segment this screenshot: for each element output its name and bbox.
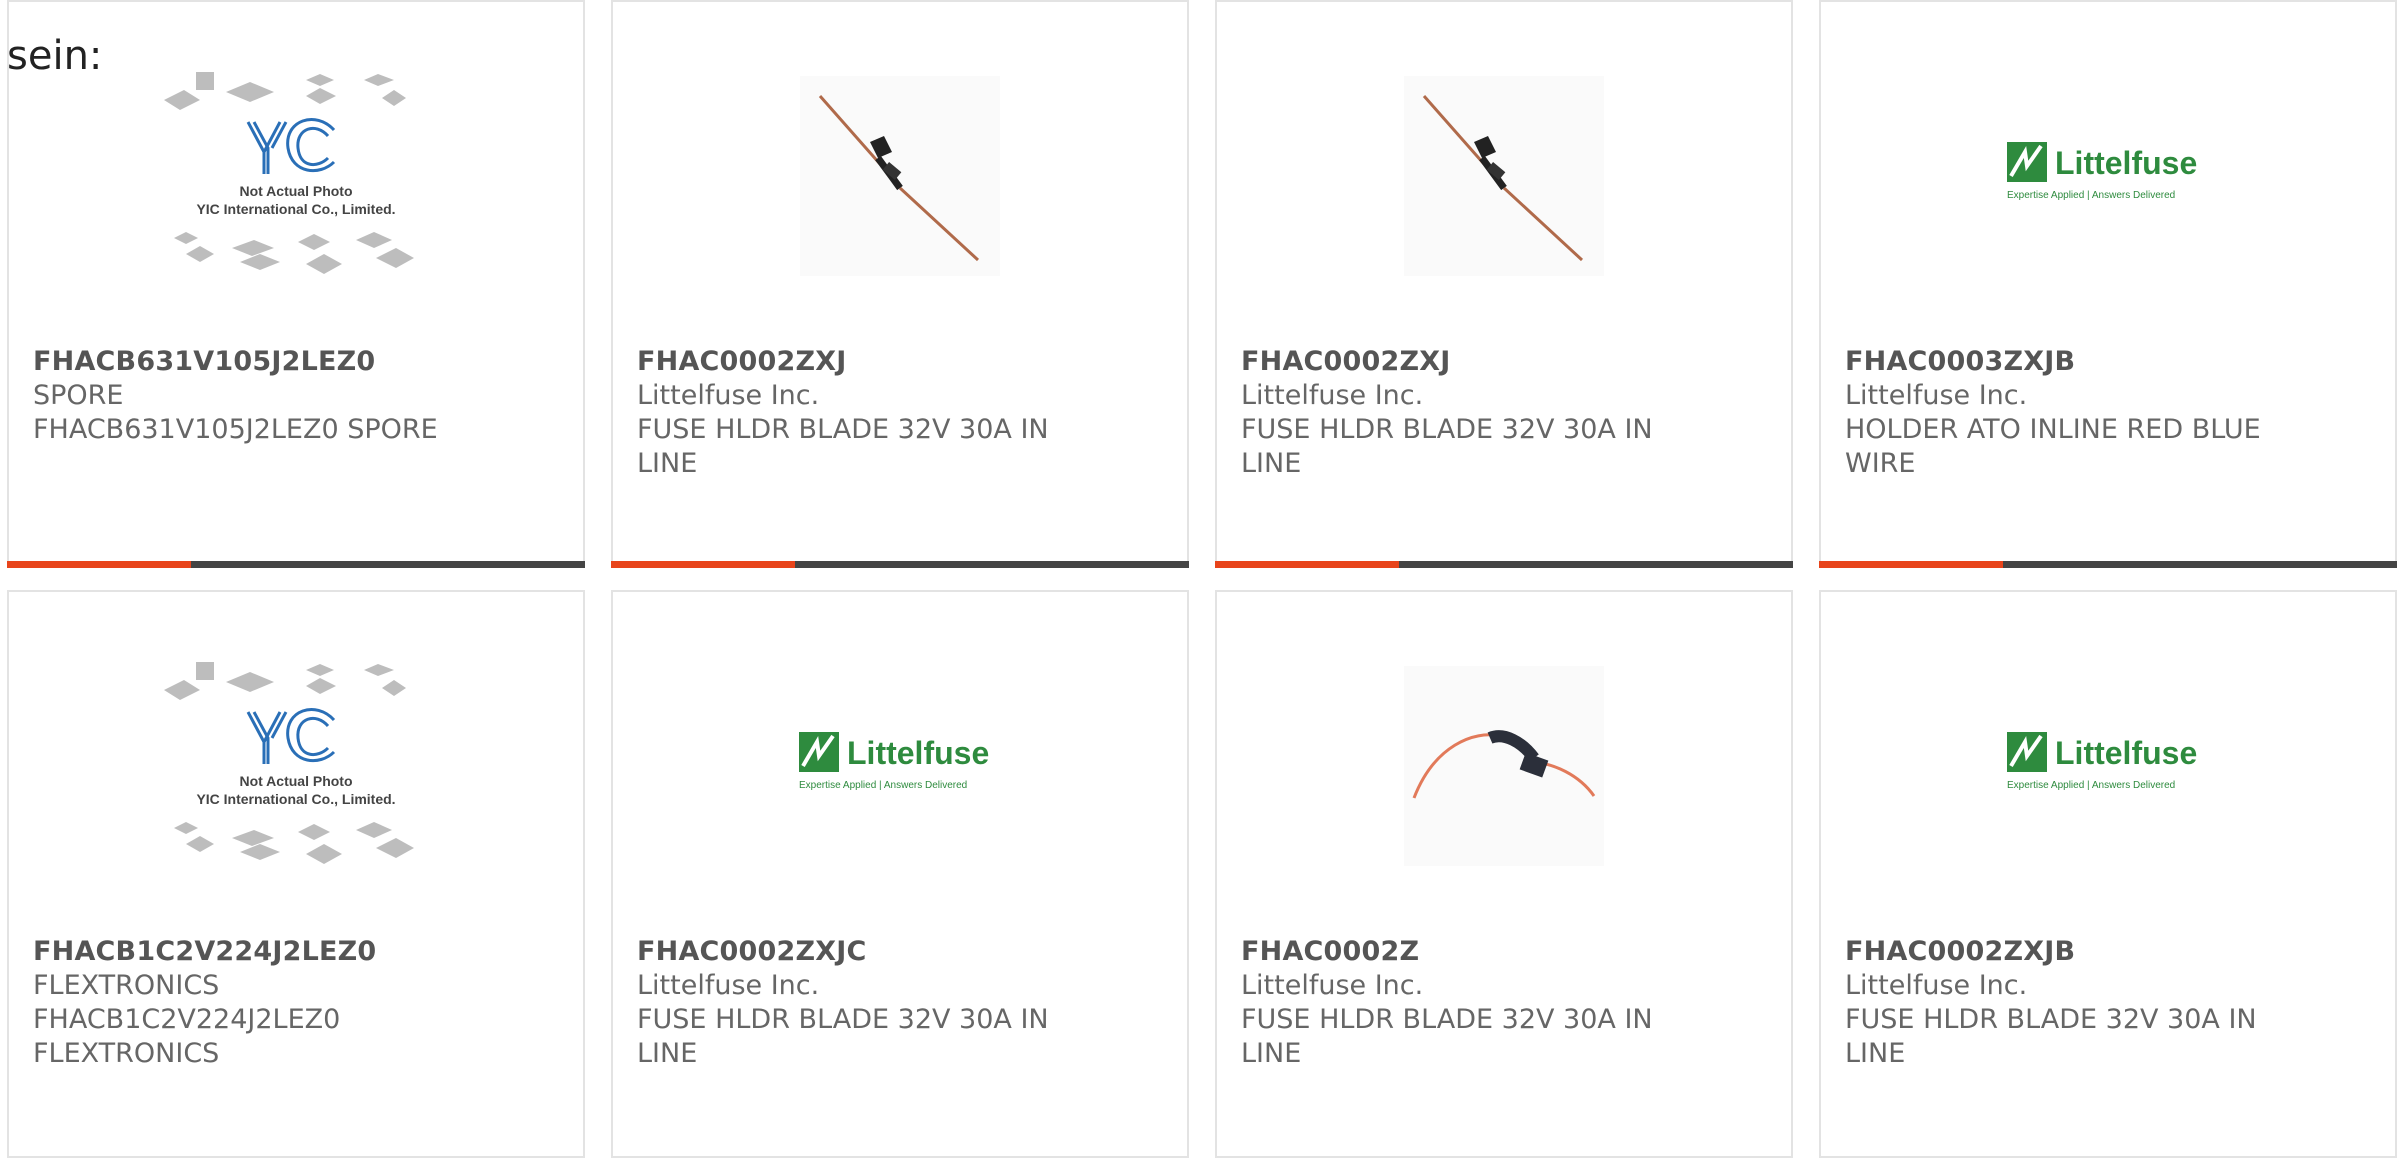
product-card[interactable]: Littelfuse Expertise Applied | Answers D… (1819, 0, 2397, 568)
description: FUSE HLDR BLADE 32V 30A IN LINE (1241, 414, 1653, 479)
intro-text: sein: (7, 33, 103, 79)
placeholder-line2: YIC International Co., Limited. (196, 791, 395, 807)
yic-placeholder-image: Not Actual Photo YIC International Co., … (164, 662, 414, 864)
description: HOLDER ATO INLINE RED BLUE WIRE (1845, 414, 2261, 479)
product-grid: Not Actual Photo YIC International Co., … (7, 0, 2400, 1158)
manufacturer: Littelfuse Inc. (1845, 970, 2028, 1001)
part-number[interactable]: FHACB1C2V224J2LEZ0 (33, 936, 376, 967)
logo-tagline: Expertise Applied | Answers Delivered (2007, 780, 2175, 791)
product-image[interactable] (613, 70, 1187, 340)
fuse-holder-photo (1404, 76, 1604, 276)
product-image[interactable]: Littelfuse Expertise Applied | Answers D… (1821, 70, 2395, 340)
product-image[interactable]: Littelfuse Expertise Applied | Answers D… (1821, 660, 2395, 930)
part-number[interactable]: FHAC0003ZXJB (1845, 346, 2075, 377)
product-card[interactable]: Not Actual Photo YIC International Co., … (7, 590, 585, 1158)
card-bar (611, 561, 1189, 568)
product-card[interactable]: Littelfuse Expertise Applied | Answers D… (1819, 590, 2397, 1158)
fuse-holder-photo (800, 76, 1000, 276)
product-card[interactable]: Not Actual Photo YIC International Co., … (7, 0, 585, 568)
product-card[interactable]: Littelfuse Expertise Applied | Answers D… (611, 590, 1189, 1158)
fuse-holder-photo (1404, 666, 1604, 866)
product-card[interactable]: FHAC0002ZXJ Littelfuse Inc. FUSE HLDR BL… (1215, 0, 1793, 568)
part-number[interactable]: FHAC0002Z (1241, 936, 1419, 967)
part-number[interactable]: FHACB631V105J2LEZ0 (33, 346, 375, 377)
card-bar (1215, 561, 1793, 568)
description: FUSE HLDR BLADE 32V 30A IN LINE (637, 414, 1049, 479)
logo-brand: Littelfuse (2055, 145, 2197, 181)
littelfuse-logo: Littelfuse Expertise Applied | Answers D… (2007, 732, 2197, 791)
manufacturer: FLEXTRONICS (33, 970, 220, 1001)
product-image[interactable]: Littelfuse Expertise Applied | Answers D… (613, 660, 1187, 930)
placeholder-line1: Not Actual Photo (239, 773, 352, 789)
product-image[interactable] (1217, 70, 1791, 340)
logo-brand: Littelfuse (847, 735, 989, 771)
product-card[interactable]: FHAC0002ZXJ Littelfuse Inc. FUSE HLDR BL… (611, 0, 1189, 568)
manufacturer: Littelfuse Inc. (1845, 380, 2028, 411)
manufacturer: Littelfuse Inc. (1241, 970, 1424, 1001)
description: FHACB631V105J2LEZ0 SPORE (33, 414, 438, 445)
product-card[interactable]: FHAC0002Z Littelfuse Inc. FUSE HLDR BLAD… (1215, 590, 1793, 1158)
product-image[interactable]: Not Actual Photo YIC International Co., … (9, 660, 583, 930)
card-bar (1819, 561, 2397, 568)
card-bar-accent (611, 561, 795, 568)
logo-brand: Littelfuse (2055, 735, 2197, 771)
logo-tagline: Expertise Applied | Answers Delivered (2007, 190, 2175, 201)
manufacturer: SPORE (33, 380, 124, 411)
card-bar-accent (7, 561, 191, 568)
description: FUSE HLDR BLADE 32V 30A IN LINE (1241, 1004, 1653, 1069)
logo-tagline: Expertise Applied | Answers Delivered (799, 780, 967, 791)
placeholder-line1: Not Actual Photo (239, 183, 352, 199)
card-bar-accent (1819, 561, 2003, 568)
placeholder-line2: YIC International Co., Limited. (196, 201, 395, 217)
product-image[interactable]: Not Actual Photo YIC International Co., … (9, 70, 583, 340)
product-image[interactable] (1217, 660, 1791, 930)
part-number[interactable]: FHAC0002ZXJ (1241, 346, 1451, 377)
part-number[interactable]: FHAC0002ZXJB (1845, 936, 2075, 967)
littelfuse-logo: Littelfuse Expertise Applied | Answers D… (2007, 142, 2197, 201)
description: FUSE HLDR BLADE 32V 30A IN LINE (637, 1004, 1049, 1069)
manufacturer: Littelfuse Inc. (637, 970, 820, 1001)
description: FHACB1C2V224J2LEZ0 FLEXTRONICS (33, 1004, 341, 1069)
description: FUSE HLDR BLADE 32V 30A IN LINE (1845, 1004, 2257, 1069)
card-bar-accent (1215, 561, 1399, 568)
yic-placeholder-image: Not Actual Photo YIC International Co., … (164, 72, 414, 274)
part-number[interactable]: FHAC0002ZXJC (637, 936, 867, 967)
manufacturer: Littelfuse Inc. (637, 380, 820, 411)
littelfuse-logo: Littelfuse Expertise Applied | Answers D… (799, 732, 989, 791)
manufacturer: Littelfuse Inc. (1241, 380, 1424, 411)
card-bar (7, 561, 585, 568)
part-number[interactable]: FHAC0002ZXJ (637, 346, 847, 377)
